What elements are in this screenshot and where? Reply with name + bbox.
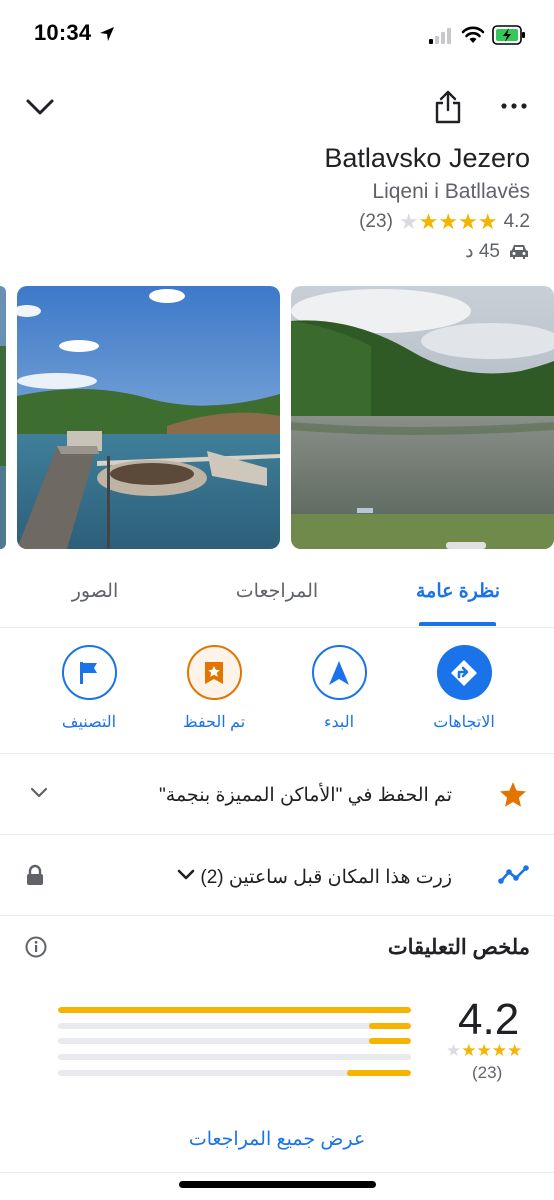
navigation-arrow-icon (329, 660, 349, 685)
photo-left-edge[interactable] (0, 286, 6, 549)
star-icon: ★ (476, 1041, 492, 1060)
directions-button[interactable]: الاتجاهات (409, 645, 519, 732)
star-icon: ★ (398, 209, 419, 234)
summary-review-count: (23) (472, 1063, 503, 1082)
rating-value: 4.2 (503, 211, 530, 232)
star-icon: ★ (418, 209, 439, 234)
directions-circle (436, 645, 492, 700)
more-options-button[interactable] (497, 96, 531, 116)
rating-bar-fill (368, 1023, 411, 1029)
battery-charging-icon (492, 25, 525, 45)
chevron-down-icon[interactable] (177, 869, 195, 881)
start-circle (311, 645, 367, 700)
review-count: (23) (359, 211, 393, 232)
start-navigation-button[interactable]: البدء (284, 645, 394, 732)
rating-bar-1 (58, 1070, 411, 1076)
photo-image (0, 286, 6, 549)
directions-label: الاتجاهات (433, 714, 495, 731)
saved-button[interactable]: تم الحفظ (159, 645, 269, 732)
start-label: البدء (323, 714, 355, 731)
cellular-signal-icon (429, 28, 451, 44)
label-circle (61, 645, 117, 700)
photo-image (291, 286, 554, 549)
home-indicator (179, 1181, 376, 1188)
view-all-reviews-link[interactable]: عرض جميع المراجعات (0, 1128, 554, 1151)
tab-reviews[interactable]: المراجعات (217, 580, 337, 603)
saved-label: تم الحفظ (182, 714, 246, 731)
chevron-down-icon (26, 99, 54, 115)
share-button[interactable] (430, 88, 466, 126)
review-summary-heading: ملخص التعليقات (387, 936, 530, 959)
rating-bar-fill (347, 1070, 411, 1076)
star-icon: ★ (461, 1041, 477, 1060)
rating-bar-4 (58, 1023, 411, 1029)
visit-history-text: زرت هذا المكان قبل ساعتين (2) (200, 867, 452, 888)
star-icon (500, 782, 526, 807)
info-icon[interactable] (25, 936, 47, 958)
star-icon: ★ (446, 1041, 462, 1060)
wifi-icon (461, 26, 485, 43)
place-alternate-name: Liqeni i Batllavës (372, 180, 530, 203)
photo-lake-view[interactable] (291, 286, 554, 549)
star-icon: ★ (458, 209, 478, 234)
car-icon (510, 244, 528, 259)
chevron-down-icon[interactable] (30, 787, 48, 799)
rating-bar-2 (58, 1054, 411, 1060)
star-icon: ★ (477, 209, 498, 234)
place-name: Batlavsko Jezero (324, 143, 530, 173)
divider (0, 627, 554, 628)
flag-icon (80, 661, 97, 684)
status-time: 10:34 (34, 20, 92, 45)
location-arrow-icon (100, 27, 114, 41)
divider (0, 1172, 554, 1173)
label-label: التصنيف (61, 714, 117, 731)
tab-photos[interactable]: الصور (35, 580, 155, 603)
rating-bar-3 (58, 1038, 411, 1044)
star-icon: ★ (438, 209, 459, 234)
star-icon: ★ (507, 1041, 523, 1060)
rating-bar-5 (58, 1007, 411, 1013)
photo-image (17, 286, 280, 549)
label-button[interactable]: التصنيف (34, 645, 144, 732)
share-icon (435, 90, 461, 124)
saved-list-text: تم الحفظ في "الأماكن المميزة بنجمة" (159, 785, 452, 806)
rating-row[interactable]: (23) ★ ★ ★ ★ ★ 4.2 (359, 211, 530, 233)
tab-overview[interactable]: نظرة عامة (398, 580, 518, 603)
drive-time: 45 د (465, 241, 500, 262)
rating-bar-fill (368, 1038, 411, 1044)
directions-icon (451, 659, 477, 686)
photo-dam-spillway[interactable] (17, 286, 280, 549)
bookmark-star-icon (205, 661, 223, 684)
timeline-icon (498, 865, 529, 884)
saved-circle (186, 645, 242, 700)
tab-active-indicator (419, 622, 496, 626)
rating-bar-fill (58, 1007, 411, 1013)
drive-time-row: 45 د (465, 240, 530, 263)
collapse-button[interactable] (22, 90, 58, 124)
lock-icon (27, 864, 43, 885)
average-rating: 4.2 (458, 995, 520, 1044)
summary-stars: ★ ★ ★ ★ ★ (446, 1042, 522, 1059)
more-horizontal-icon (501, 103, 527, 109)
star-icon: ★ (491, 1041, 507, 1060)
divider (0, 915, 554, 916)
